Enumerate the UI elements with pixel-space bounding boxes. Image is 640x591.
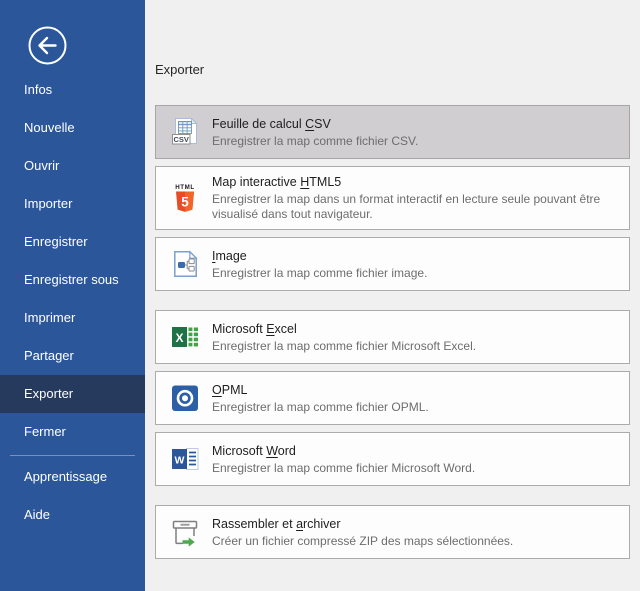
svg-text:CSV: CSV — [173, 135, 188, 144]
export-item-text: Rassembler et archiver Créer un fichier c… — [212, 516, 623, 549]
export-item-description: Enregistrer la map comme fichier CSV. — [212, 134, 623, 149]
export-item-microsoft-word[interactable]: WMicrosoft WordEnregistrer la map comme … — [155, 432, 630, 486]
export-item-title-part: Rassembler et — [212, 517, 296, 531]
export-item-description: Enregistrer la map dans un format intera… — [212, 192, 623, 222]
export-item-title-part: Microsoft — [212, 322, 266, 336]
export-group: CSVFeuille de calcul CSVEnregistrer la m… — [155, 105, 630, 291]
export-item-title-part: Map interactive — [212, 175, 300, 189]
svg-text:X: X — [175, 331, 183, 345]
export-item-title-part: C — [305, 117, 314, 131]
export-item-description: Enregistrer la map comme fichier Microso… — [212, 461, 623, 476]
back-arrow-icon — [27, 25, 68, 66]
archive-box-icon — [169, 516, 201, 548]
export-item-map-interactive-html5[interactable]: HTML5Map interactive HTML5Enregistrer la… — [155, 166, 630, 230]
export-item-title-part: E — [266, 322, 274, 336]
sidebar-item-label: Partager — [24, 348, 74, 363]
sidebar-menu: Infos Nouvelle Ouvrir Importer Enregistrer En… — [0, 71, 145, 451]
export-item-description: Enregistrer la map comme fichier image. — [212, 266, 623, 281]
sidebar-item-apprentissage[interactable]: Apprentissage — [0, 458, 145, 496]
export-item-title-part: PML — [222, 383, 248, 397]
export-item-text: Microsoft Excel Enregistrer la map comme … — [212, 321, 623, 354]
export-item-opml[interactable]: OPML Enregistrer la map comme fichier OPM… — [155, 371, 630, 425]
sidebar-item-label: Nouvelle — [24, 120, 75, 135]
sidebar-item-importer[interactable]: Importer — [0, 185, 145, 223]
html5-icon: HTML 5 — [169, 182, 201, 214]
export-item-text: Image Enregistrer la map comme fichier im… — [212, 248, 623, 281]
sidebar-item-nouvelle[interactable]: Nouvelle — [0, 109, 145, 147]
sidebar-item-exporter[interactable]: Exporter — [0, 375, 145, 413]
export-item-title-part: SV — [314, 117, 331, 131]
export-panel: Exporter CSVFeuille de calcul CSVEnregis… — [145, 0, 640, 591]
sidebar-item-infos[interactable]: Infos — [0, 71, 145, 109]
sidebar-item-label: Enregistrer — [24, 234, 88, 249]
export-item-text: Feuille de calcul CSV Enregistrer la map … — [212, 116, 623, 149]
sidebar-item-label: Fermer — [24, 424, 66, 439]
export-item-title-part: O — [212, 383, 222, 397]
svg-text:W: W — [175, 455, 185, 467]
sidebar-item-imprimer[interactable]: Imprimer — [0, 299, 145, 337]
word-icon: W — [169, 443, 201, 475]
export-item-title: Microsoft Excel — [212, 321, 623, 337]
sidebar-item-aide[interactable]: Aide — [0, 496, 145, 534]
export-item-title-part: Feuille de calcul — [212, 117, 305, 131]
sidebar-item-fermer[interactable]: Fermer — [0, 413, 145, 451]
image-map-icon — [169, 248, 201, 280]
export-item-title-part: a — [296, 517, 303, 531]
sidebar-item-label: Ouvrir — [24, 158, 59, 173]
export-item-title: OPML — [212, 382, 623, 398]
export-item-text: OPML Enregistrer la map comme fichier OPM… — [212, 382, 623, 415]
sidebar: Infos Nouvelle Ouvrir Importer Enregistrer En… — [0, 0, 145, 591]
export-item-rassembler-et-archiver[interactable]: Rassembler et archiver Créer un fichier c… — [155, 505, 630, 559]
export-item-title: Rassembler et archiver — [212, 516, 623, 532]
export-item-microsoft-excel[interactable]: X Microsoft Excel Enregistrer la map comme… — [155, 310, 630, 364]
export-item-title-part: H — [300, 175, 309, 189]
export-item-text: Map interactive HTML5 Enregistrer la map … — [212, 174, 623, 222]
export-item-title: Feuille de calcul CSV — [212, 116, 623, 132]
sidebar-item-label: Aide — [24, 507, 50, 522]
export-item-description: Enregistrer la map comme fichier OPML. — [212, 400, 623, 415]
excel-icon: X — [169, 321, 201, 353]
sidebar-item-label: Apprentissage — [24, 469, 107, 484]
page-title: Exporter — [155, 62, 630, 78]
export-item-title: Image — [212, 248, 623, 264]
export-item-title-part: ord — [278, 444, 296, 458]
export-item-title: Map interactive HTML5 — [212, 174, 623, 190]
export-group: Rassembler et archiver Créer un fichier c… — [155, 505, 630, 559]
sidebar-item-enregistrer[interactable]: Enregistrer — [0, 223, 145, 261]
sidebar-item-label: Enregistrer sous — [24, 272, 119, 287]
export-item-description: Créer un fichier compressé ZIP des maps … — [212, 534, 623, 549]
sidebar-item-label: Exporter — [24, 386, 73, 401]
export-item-title-part: mage — [215, 249, 246, 263]
export-item-text: Microsoft Word Enregistrer la map comme f… — [212, 443, 623, 476]
svg-text:HTML: HTML — [175, 184, 195, 191]
sidebar-item-ouvrir[interactable]: Ouvrir — [0, 147, 145, 185]
opml-icon — [169, 382, 201, 414]
export-item-title-part: rchiver — [303, 517, 341, 531]
sidebar-item-label: Imprimer — [24, 310, 75, 325]
export-item-image[interactable]: Image Enregistrer la map comme fichier im… — [155, 237, 630, 291]
export-item-title: Microsoft Word — [212, 443, 623, 459]
export-item-title-part: Microsoft — [212, 444, 266, 458]
backstage-view: Infos Nouvelle Ouvrir Importer Enregistrer En… — [0, 0, 640, 591]
export-item-feuille-de-calcul-csv[interactable]: CSVFeuille de calcul CSVEnregistrer la m… — [155, 105, 630, 159]
export-group: X Microsoft Excel Enregistrer la map comme… — [155, 310, 630, 486]
sidebar-item-label: Infos — [24, 82, 52, 97]
sidebar-footer-menu: Apprentissage Aide — [0, 458, 145, 534]
sidebar-item-enregistrer-sous[interactable]: Enregistrer sous — [0, 261, 145, 299]
export-item-description: Enregistrer la map comme fichier Microso… — [212, 339, 623, 354]
export-groups: CSVFeuille de calcul CSVEnregistrer la m… — [155, 105, 630, 559]
export-item-title-part: W — [266, 444, 278, 458]
back-button[interactable] — [27, 25, 68, 66]
sidebar-item-partager[interactable]: Partager — [0, 337, 145, 375]
sidebar-item-label: Importer — [24, 196, 72, 211]
sidebar-divider — [10, 455, 135, 456]
export-item-title-part: xcel — [275, 322, 297, 336]
svg-text:5: 5 — [181, 195, 189, 210]
export-item-title-part: TML5 — [309, 175, 341, 189]
csv-spreadsheet-icon: CSV — [169, 116, 201, 148]
